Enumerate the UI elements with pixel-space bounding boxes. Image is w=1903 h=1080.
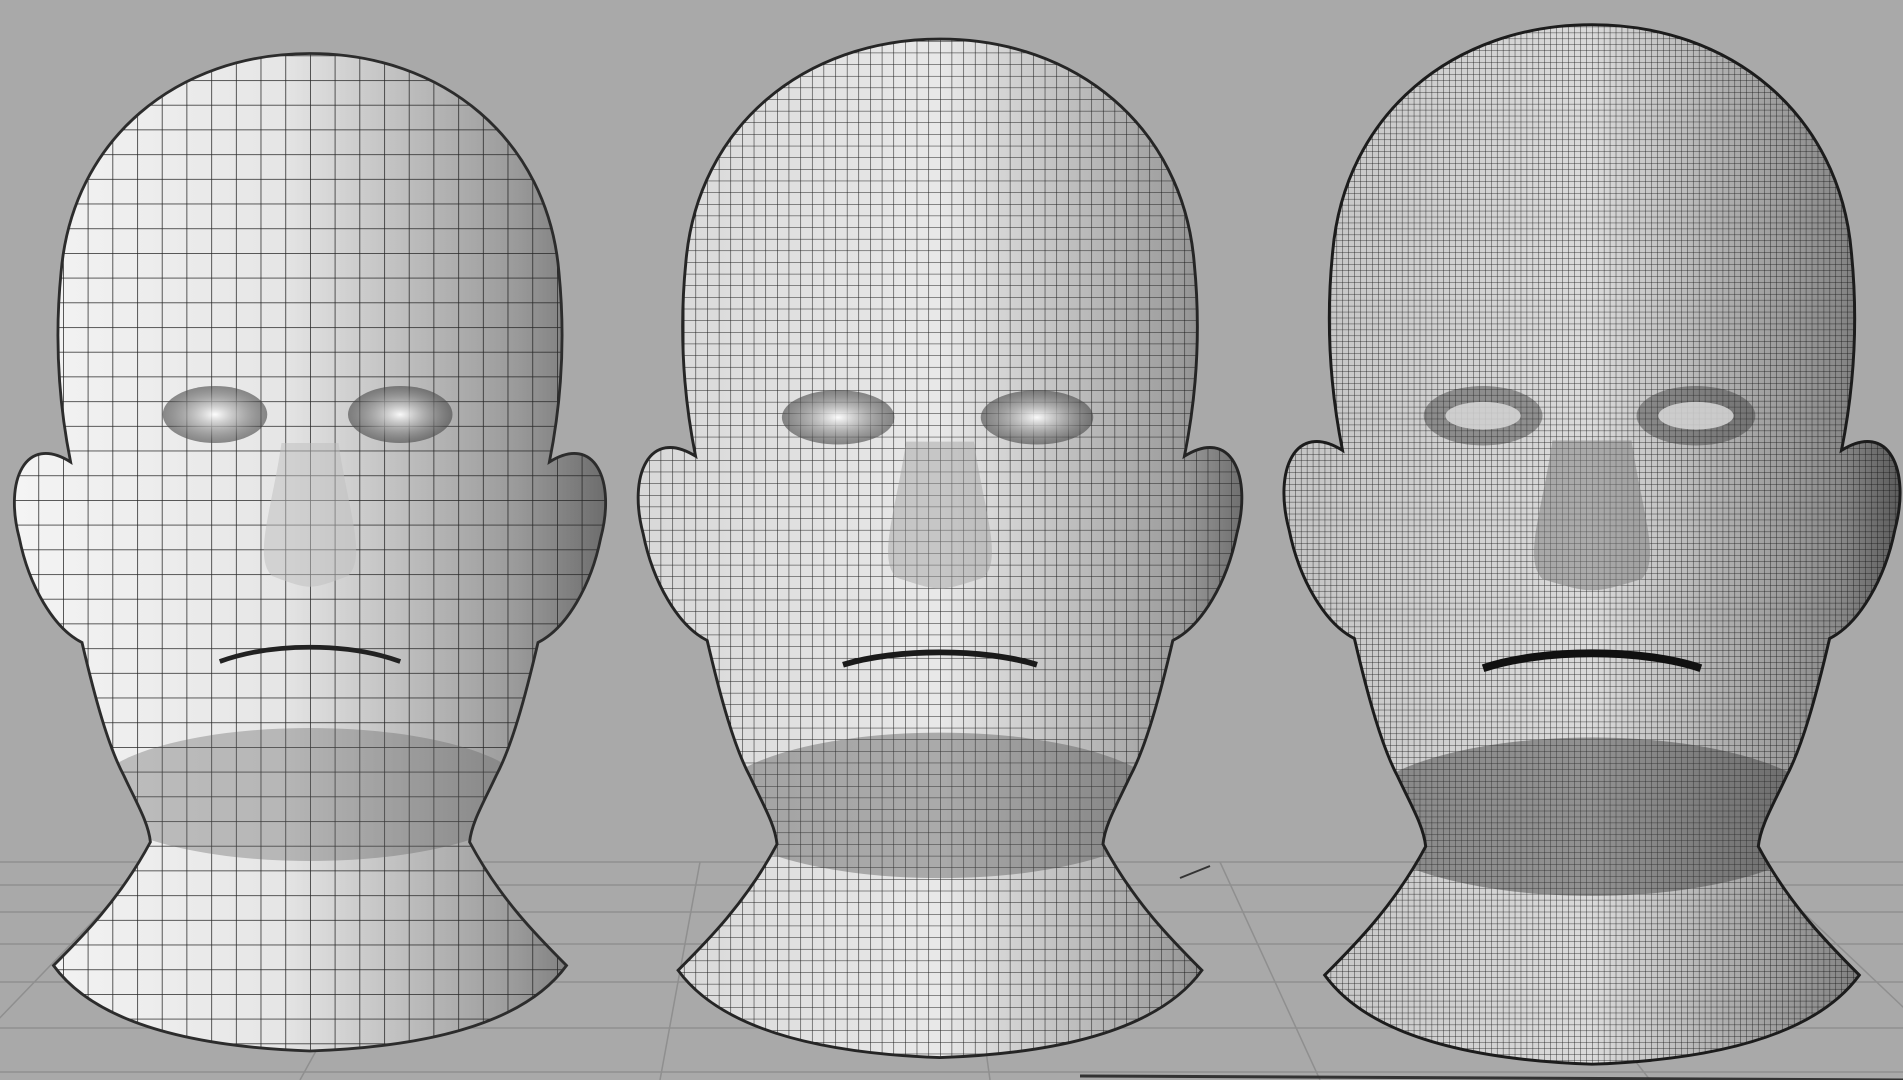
head-model-high-subdivision[interactable] xyxy=(1255,15,1903,1080)
3d-viewport[interactable] xyxy=(0,0,1903,1080)
head-model-low-subdivision[interactable] xyxy=(0,44,633,1070)
viewport-scene[interactable] xyxy=(0,0,1903,1080)
head-model-medium-subdivision[interactable] xyxy=(610,29,1270,1077)
